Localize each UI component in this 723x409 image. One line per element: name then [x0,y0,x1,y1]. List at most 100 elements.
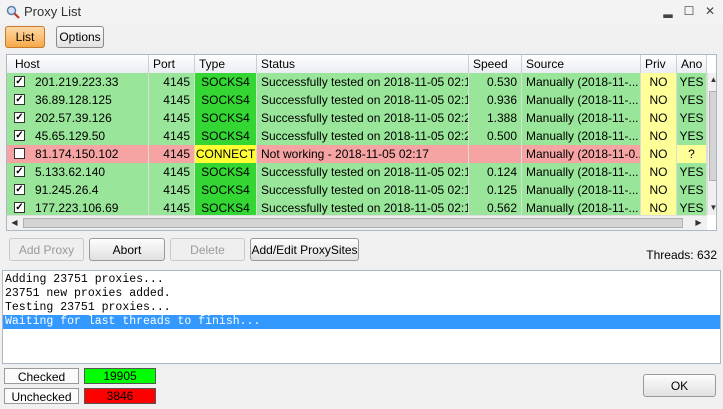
cell-priv: NO [641,163,677,181]
cell-status: Successfully tested on 2018-11-05 02:2..… [257,127,469,145]
log-output[interactable]: Adding 23751 proxies... 23751 new proxie… [2,270,721,364]
cell-priv: NO [641,91,677,109]
cell-type: SOCKS4 [195,163,257,181]
add-proxy-button[interactable]: Add Proxy [9,238,84,261]
cell-host: 201.219.223.33 [7,73,149,91]
row-checkbox[interactable]: ✓ [14,130,25,141]
cell-status: Successfully tested on 2018-11-05 02:1..… [257,73,469,91]
cell-speed: 0.936 [469,91,522,109]
column-header-status[interactable]: Status [257,55,469,73]
cell-source: Manually (2018-11-... [522,91,641,109]
table-row[interactable]: 36.89.128.125 4145 SOCKS4 Successfully test… [7,91,707,109]
table-row[interactable]: 5.133.62.140 4145 SOCKS4 Successfully teste… [7,163,707,181]
cell-port: 4145 [149,181,195,199]
cell-type: CONNECT [195,145,257,163]
cell-type: SOCKS4 [195,109,257,127]
cell-speed: 1.388 [469,109,522,127]
cell-source: Manually (2018-11-... [522,73,641,91]
scroll-down-icon[interactable]: ▼ [708,201,716,215]
threads-count: Threads: 632 [646,248,717,262]
add-edit-proxysites-button[interactable]: Add/Edit ProxySites [250,238,359,261]
cell-ano: YES [677,73,707,91]
cell-speed: 0.500 [469,127,522,145]
cell-type: SOCKS4 [195,91,257,109]
table-row[interactable]: 81.174.150.102 4145 CONNECT Not working - 2… [7,145,707,163]
column-header-ano[interactable]: Ano [677,55,707,73]
minimize-button[interactable]: ▂ [659,3,677,19]
row-checkbox[interactable]: ✓ [14,94,25,105]
maximize-button[interactable]: ☐ [680,3,698,19]
cell-ano: YES [677,181,707,199]
cell-port: 4145 [149,109,195,127]
column-header-type[interactable]: Type [195,55,257,73]
cell-priv: NO [641,73,677,91]
log-line: Testing 23751 proxies... [5,301,171,314]
cell-source: Manually (2018-11-0... [522,145,641,163]
row-checkbox[interactable]: ✓ [14,112,25,123]
cell-ano: YES [677,127,707,145]
column-header-port[interactable]: Port [149,55,195,73]
cell-port: 4145 [149,91,195,109]
cell-status: Successfully tested on 2018-11-05 02:1..… [257,181,469,199]
cell-ano: YES [677,91,707,109]
row-checkbox[interactable] [14,148,25,159]
log-line-selected[interactable]: Waiting for last threads to finish... [3,315,720,329]
cell-status: Successfully tested on 2018-11-05 02:1..… [257,91,469,109]
cell-host: 36.89.128.125 [7,91,149,109]
vertical-scrollbar[interactable]: ▲ ▼ [707,73,716,215]
cell-port: 4145 [149,145,195,163]
checked-count: 19905 [84,368,156,384]
cell-host: 45.65.129.50 [7,127,149,145]
cell-host: 202.57.39.126 [7,109,149,127]
cell-type: SOCKS4 [195,73,257,91]
tab-list[interactable]: List [5,26,45,48]
table-row[interactable]: 202.57.39.126 4145 SOCKS4 Successfully test… [7,109,707,127]
scroll-up-icon[interactable]: ▲ [708,73,716,87]
cell-priv: NO [641,109,677,127]
tab-options[interactable]: Options [56,26,104,48]
column-header-host[interactable]: Host [7,55,149,73]
table-row[interactable]: 91.245.26.4 4145 SOCKS4 Successfully tested… [7,181,707,199]
row-checkbox[interactable]: ✓ [14,76,25,87]
unchecked-count: 3846 [84,388,156,404]
cell-priv: NO [641,127,677,145]
horizontal-scroll-thumb[interactable] [23,218,683,228]
table-row[interactable]: 45.65.129.50 4145 SOCKS4 Successfully teste… [7,127,707,145]
column-header-source[interactable]: Source [522,55,641,73]
cell-priv: NO [641,181,677,199]
cell-port: 4145 [149,163,195,181]
magnifier-icon [6,5,20,19]
row-checkbox[interactable]: ✓ [14,202,25,213]
proxy-table[interactable]: Host Port Type Status Speed Source Priv … [6,54,717,231]
window-title: Proxy List [24,4,82,19]
log-line: 23751 new proxies added. [5,287,171,300]
log-line: Adding 23751 proxies... [5,273,164,286]
column-header-speed[interactable]: Speed [469,55,522,73]
cell-speed: 0.530 [469,73,522,91]
column-header-priv[interactable]: Priv [641,55,677,73]
close-button[interactable]: ✕ [701,3,719,19]
cell-source: Manually (2018-11-... [522,109,641,127]
row-checkbox[interactable]: ✓ [14,166,25,177]
table-row[interactable]: 201.219.223.33 4145 SOCKS4 Successfully tes… [7,73,707,91]
abort-button[interactable]: Abort [89,238,165,261]
vertical-scroll-thumb[interactable] [709,91,716,181]
cell-host: 81.174.150.102 [7,145,149,163]
cell-host: 91.245.26.4 [7,181,149,199]
cell-port: 4145 [149,127,195,145]
horizontal-scrollbar[interactable]: ◀ ▶ [7,215,707,230]
cell-priv: NO [641,145,677,163]
cell-ano: YES [677,109,707,127]
checked-label: Checked [4,368,79,384]
cell-ano: YES [677,163,707,181]
scroll-right-icon[interactable]: ▶ [693,216,704,230]
cell-type: SOCKS4 [195,127,257,145]
cell-speed [469,145,522,163]
row-checkbox[interactable]: ✓ [14,184,25,195]
scroll-left-icon[interactable]: ◀ [9,216,20,230]
cell-ano: ? [677,145,707,163]
delete-button[interactable]: Delete [170,238,245,261]
cell-type: SOCKS4 [195,181,257,199]
ok-button[interactable]: OK [643,374,716,397]
tab-bar: List Options [0,24,723,50]
